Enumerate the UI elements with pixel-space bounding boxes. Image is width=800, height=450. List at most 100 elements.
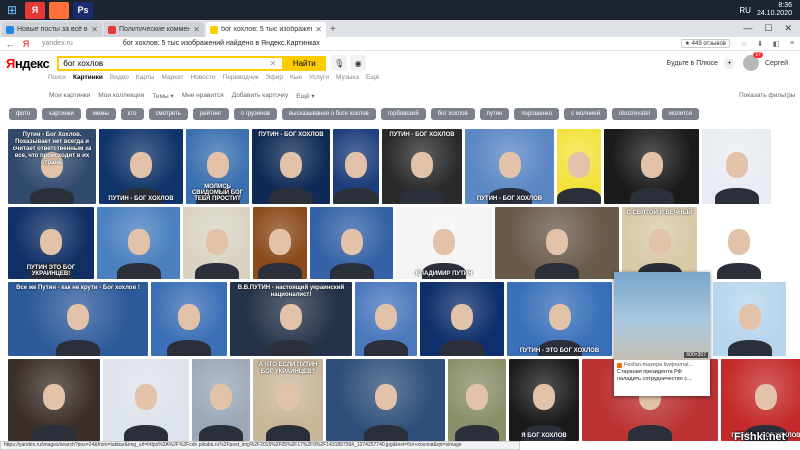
- image-thumbnail[interactable]: Все же Путин - как не крути - Бог хохлов…: [8, 282, 148, 356]
- tag-chip[interactable]: порошенко: [514, 108, 560, 120]
- clear-icon[interactable]: ✕: [270, 59, 277, 68]
- username[interactable]: Сергей: [765, 60, 788, 67]
- subbar-item-5[interactable]: Ещё ▾: [296, 92, 314, 100]
- language-indicator[interactable]: RU: [739, 6, 751, 15]
- tag-chip[interactable]: картинки: [42, 108, 81, 120]
- hover-preview-image[interactable]: 600×307: [614, 272, 710, 360]
- image-thumbnail[interactable]: [448, 359, 506, 441]
- image-thumbnail[interactable]: [151, 282, 227, 356]
- image-thumbnail[interactable]: [326, 359, 445, 441]
- image-thumbnail[interactable]: [604, 129, 699, 204]
- extension-icon[interactable]: ◧: [771, 40, 781, 48]
- image-thumbnail[interactable]: В.В.ПУТИН - настоящий украинский национа…: [230, 282, 352, 356]
- image-thumbnail[interactable]: ПУТИН - ЭТО БОГ ХОХЛОВ: [507, 282, 612, 356]
- image-thumbnail[interactable]: [333, 129, 379, 204]
- image-thumbnail[interactable]: [97, 207, 180, 279]
- tag-chip[interactable]: с молнией: [564, 108, 607, 120]
- image-thumbnail[interactable]: [495, 207, 619, 279]
- tab-close-icon[interactable]: ✕: [91, 25, 98, 34]
- image-thumbnail[interactable]: [557, 129, 601, 204]
- search-button[interactable]: Найти: [282, 55, 327, 71]
- image-thumbnail[interactable]: [713, 282, 786, 356]
- service-link-0[interactable]: Поиск: [48, 74, 66, 81]
- image-thumbnail[interactable]: [310, 207, 393, 279]
- taskbar-app-0[interactable]: Я: [25, 1, 45, 19]
- subbar-item-3[interactable]: Мне нравится: [182, 92, 224, 100]
- subbar-item-4[interactable]: Добавить карточку: [232, 92, 289, 100]
- tag-chip[interactable]: рейтинг: [192, 108, 229, 120]
- service-link-10[interactable]: Музыка: [336, 74, 359, 81]
- download-icon[interactable]: ⬇: [755, 40, 765, 48]
- maximize-icon[interactable]: ☐: [764, 23, 772, 34]
- microphone-icon[interactable]: 🎙: [331, 55, 348, 71]
- reviews-badge[interactable]: ★ 449 отзывов: [680, 39, 730, 48]
- browser-tab-0[interactable]: Новые посты за всё время✕: [2, 22, 102, 37]
- tag-chip[interactable]: о грузинов: [233, 108, 277, 120]
- image-thumbnail[interactable]: ПУТИН - БОГ ХОХЛОВ: [382, 129, 462, 204]
- service-link-3[interactable]: Карты: [136, 74, 155, 81]
- service-link-5[interactable]: Новости: [190, 74, 215, 81]
- close-window-icon[interactable]: ✕: [784, 23, 792, 34]
- yandex-home-icon[interactable]: Я: [20, 39, 32, 49]
- image-thumbnail[interactable]: ПУТИН - БОГ ХОХЛОВ: [252, 129, 330, 204]
- image-thumbnail[interactable]: С СВЯТОЙ И ВЕЧНЫЙ: [622, 207, 697, 279]
- image-thumbnail[interactable]: ПУТИН ЭТО БОГ УКРАИНЦЕВ!: [8, 207, 94, 279]
- service-link-1[interactable]: Картинки: [73, 74, 103, 81]
- image-thumbnail[interactable]: [8, 359, 100, 441]
- image-thumbnail[interactable]: МОЛИСЬ СВИДОМЫЙ БОГ ТЕБЯ ПРОСТИТ: [186, 129, 249, 204]
- taskbar-app-2[interactable]: Ps: [73, 1, 93, 19]
- plus-promo[interactable]: Будьте в Плюсе: [667, 60, 718, 67]
- tag-chip[interactable]: путин: [479, 108, 510, 120]
- image-thumbnail[interactable]: [700, 207, 777, 279]
- tag-chip[interactable]: фото: [9, 108, 38, 120]
- show-filters-link[interactable]: Показать фильтры: [739, 92, 795, 99]
- bookmark-icon[interactable]: ☆: [739, 40, 749, 48]
- service-link-8[interactable]: Кью: [290, 74, 302, 81]
- camera-icon[interactable]: ◉: [350, 55, 367, 71]
- tag-chip[interactable]: высказывания о боге хохлов: [281, 108, 376, 120]
- service-link-4[interactable]: Маркет: [161, 74, 183, 81]
- tag-chip[interactable]: мемы: [85, 108, 116, 120]
- clock[interactable]: 8:36 24.10.2020: [757, 2, 792, 18]
- subbar-item-1[interactable]: Мои коллекции: [98, 92, 144, 100]
- image-thumbnail[interactable]: А ЧТО ЕСЛИ ПУТИН БОГ УКРАИНЦЕВ?: [253, 359, 323, 441]
- hover-description[interactable]: Старания президента РФ наладить сотрудни…: [614, 368, 710, 384]
- url-page-title[interactable]: бог хохлов: 5 тыс изображений найдено в …: [123, 40, 320, 47]
- hover-source[interactable]: Fexfan-mazepa livejournal...: [614, 360, 710, 368]
- avatar[interactable]: 17: [742, 52, 763, 71]
- subbar-item-2[interactable]: Темы ▾: [152, 92, 173, 100]
- browser-tab-1[interactable]: Политические комментарии✕: [104, 22, 204, 37]
- plus-icon[interactable]: +: [723, 57, 735, 69]
- service-link-2[interactable]: Видео: [110, 74, 129, 81]
- service-link-7[interactable]: Эфир: [266, 74, 283, 81]
- tag-chip[interactable]: obozrevatel: [611, 108, 657, 120]
- browser-tab-2[interactable]: бог хохлов: 5 тыс изображений ✕: [206, 22, 326, 37]
- new-tab-button[interactable]: +: [330, 24, 336, 37]
- image-thumbnail[interactable]: ВЛАДИМИР ПУТИН: [396, 207, 492, 279]
- image-thumbnail[interactable]: ПУТИН - БОГ ХОХЛОВ: [465, 129, 554, 204]
- image-thumbnail[interactable]: [253, 207, 307, 279]
- search-input[interactable]: бог хохлов ✕: [57, 55, 283, 71]
- url-domain[interactable]: yandex.ru: [42, 40, 73, 47]
- subbar-item-0[interactable]: Мои картинки: [49, 92, 90, 100]
- tag-chip[interactable]: молится: [661, 108, 700, 120]
- tag-chip[interactable]: кто: [120, 108, 144, 120]
- taskbar-app-1[interactable]: [49, 1, 69, 19]
- service-link-6[interactable]: Переводчик: [223, 74, 259, 81]
- windows-start-icon[interactable]: ⊞: [3, 2, 21, 18]
- image-thumbnail[interactable]: [702, 129, 771, 204]
- image-thumbnail[interactable]: ПУТИН - БОГ ХОХЛОВ: [99, 129, 183, 204]
- back-arrow-icon[interactable]: ←: [4, 39, 16, 49]
- menu-icon[interactable]: ≡: [787, 40, 797, 47]
- service-link-11[interactable]: Ещё: [366, 74, 379, 81]
- image-thumbnail[interactable]: Путин - Бог Хохлов. Показывает нет всегд…: [8, 129, 96, 204]
- tag-chip[interactable]: горбовский: [380, 108, 426, 120]
- image-thumbnail[interactable]: ПУТИН — БОГ ХОХЛОВ: [721, 359, 800, 441]
- tag-chip[interactable]: смотреть: [148, 108, 188, 120]
- image-thumbnail[interactable]: [183, 207, 250, 279]
- image-thumbnail[interactable]: Я БОГ ХОХЛОВ: [509, 359, 579, 441]
- tab-close-icon[interactable]: ✕: [193, 25, 200, 34]
- image-thumbnail[interactable]: [355, 282, 417, 356]
- minimize-icon[interactable]: —: [743, 23, 752, 34]
- yandex-logo[interactable]: Яндекс: [6, 56, 50, 71]
